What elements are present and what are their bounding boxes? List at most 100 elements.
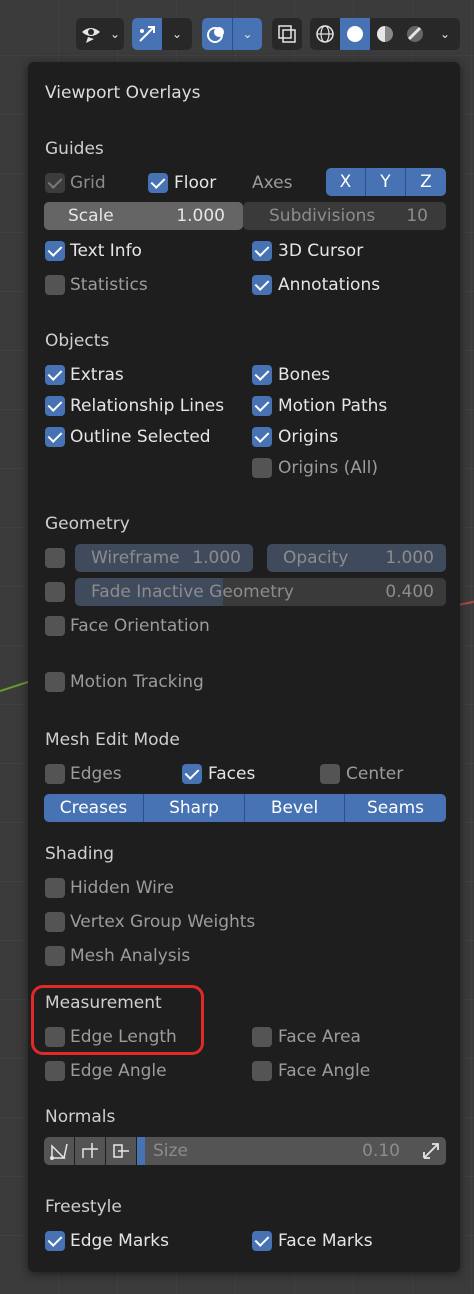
gizmo-dropdown[interactable]: ⌄ [132, 18, 192, 50]
edges-checkbox[interactable] [45, 764, 65, 784]
chevron-down-icon: ⌄ [232, 18, 262, 50]
face-normals-icon[interactable] [106, 1137, 136, 1165]
center-checkbox[interactable] [320, 764, 340, 784]
creases-button[interactable]: Creases [44, 794, 144, 822]
extras-checkbox[interactable] [45, 365, 65, 385]
scale-field[interactable]: Scale 1.000 [44, 202, 243, 230]
origins-all-label: Origins (All) [278, 458, 378, 478]
fade-inactive-checkbox[interactable] [45, 582, 65, 602]
chevron-down-icon: ⌄ [109, 27, 121, 41]
visibility-dropdown[interactable]: ⌄ [76, 18, 124, 50]
subdivisions-field[interactable]: Subdivisions 10 [243, 202, 446, 230]
grid-checkbox[interactable] [45, 173, 65, 193]
freestyle-heading: Freestyle [45, 1197, 122, 1217]
relationship-lines-label: Relationship Lines [70, 396, 225, 416]
scale-label: Scale [68, 206, 114, 226]
wireframe-label: Wireframe [91, 548, 180, 568]
mesh-analysis-checkbox[interactable] [45, 946, 65, 966]
motion-tracking-checkbox[interactable] [45, 672, 65, 692]
chevron-down-icon[interactable]: ⌄ [430, 18, 460, 50]
hidden-wire-label: Hidden Wire [70, 878, 174, 898]
floor-checkbox[interactable] [148, 173, 168, 193]
opacity-value: 1.000 [385, 548, 434, 568]
edge-angle-checkbox[interactable] [45, 1061, 65, 1081]
statistics-checkbox[interactable] [45, 275, 65, 295]
bones-checkbox[interactable] [252, 365, 272, 385]
annotations-label: Annotations [278, 275, 381, 295]
relationship-lines-checkbox[interactable] [45, 396, 65, 416]
hidden-wire-checkbox[interactable] [45, 878, 65, 898]
vertex-group-weights-label: Vertex Group Weights [70, 912, 256, 932]
objects-heading: Objects [45, 331, 110, 351]
normals-size-field[interactable]: Size 0.10 [137, 1137, 418, 1165]
axis-y-toggle[interactable]: Y [366, 168, 406, 196]
normals-size-value: 0.10 [362, 1141, 400, 1161]
chevron-down-icon: ⌄ [171, 27, 183, 41]
wireframe-shading-icon[interactable] [310, 18, 340, 50]
edge-marks-checkbox[interactable] [45, 1231, 65, 1251]
fade-inactive-value: 0.400 [385, 582, 434, 602]
split-normals-icon[interactable] [75, 1137, 105, 1165]
subdivisions-label: Subdivisions [269, 206, 376, 226]
annotations-checkbox[interactable] [252, 275, 272, 295]
motion-tracking-label: Motion Tracking [70, 672, 204, 692]
faces-checkbox[interactable] [182, 764, 202, 784]
origins-all-checkbox[interactable] [252, 458, 272, 478]
panel-title: Viewport Overlays [45, 83, 201, 103]
3d-cursor-checkbox[interactable] [252, 241, 272, 261]
guides-heading: Guides [45, 139, 104, 159]
axis-x-toggle[interactable]: X [326, 168, 366, 196]
wireframe-checkbox[interactable] [45, 548, 65, 568]
viewport-header-toolbar: ⌄ ⌄ ⌄ ⌄ [0, 0, 474, 66]
wireframe-field[interactable]: Wireframe 1.000 [75, 544, 253, 572]
sharp-button[interactable]: Sharp [144, 794, 245, 822]
extras-label: Extras [70, 365, 124, 385]
edge-marks-label: Edge Marks [70, 1231, 169, 1251]
origins-checkbox[interactable] [252, 427, 272, 447]
text-info-checkbox[interactable] [45, 241, 65, 261]
bevel-button[interactable]: Bevel [245, 794, 345, 822]
vertex-normals-icon[interactable] [44, 1137, 74, 1165]
gizmo-icon [132, 18, 162, 50]
vertex-group-weights-checkbox[interactable] [45, 912, 65, 932]
face-marks-checkbox[interactable] [252, 1231, 272, 1251]
shading-heading: Shading [45, 844, 115, 864]
seams-button[interactable]: Seams [345, 794, 446, 822]
bones-label: Bones [278, 365, 331, 385]
material-shading-icon[interactable] [370, 18, 400, 50]
axis-z-toggle[interactable]: Z [406, 168, 446, 196]
opacity-field[interactable]: Opacity 1.000 [267, 544, 446, 572]
face-angle-label: Face Angle [278, 1061, 371, 1081]
face-area-label: Face Area [278, 1027, 361, 1047]
solid-shading-icon[interactable] [340, 18, 370, 50]
faces-label: Faces [208, 764, 256, 784]
face-marks-label: Face Marks [278, 1231, 373, 1251]
constant-screen-size-icon[interactable] [416, 1137, 446, 1165]
face-orientation-checkbox[interactable] [45, 616, 65, 636]
normals-heading: Normals [45, 1107, 116, 1127]
face-angle-checkbox[interactable] [252, 1061, 272, 1081]
xray-toggle[interactable] [272, 18, 302, 50]
face-area-checkbox[interactable] [252, 1027, 272, 1047]
fade-inactive-geometry-field[interactable]: Fade Inactive Geometry 0.400 [75, 578, 446, 606]
overlays-dropdown[interactable]: ⌄ [202, 18, 262, 50]
outline-selected-checkbox[interactable] [45, 427, 65, 447]
edge-angle-label: Edge Angle [70, 1061, 167, 1081]
fade-inactive-label: Fade Inactive Geometry [91, 582, 294, 602]
mesh-analysis-label: Mesh Analysis [70, 946, 191, 966]
mesh-edit-buttons: Creases Sharp Bevel Seams [44, 794, 446, 822]
geometry-heading: Geometry [45, 514, 130, 534]
motion-paths-label: Motion Paths [278, 396, 388, 416]
text-info-label: Text Info [70, 241, 142, 261]
grid-label: Grid [70, 173, 106, 193]
motion-paths-checkbox[interactable] [252, 396, 272, 416]
axes-label: Axes [252, 173, 293, 193]
measurement-highlight-annotation [31, 985, 204, 1055]
floor-label: Floor [174, 173, 217, 193]
eye-visibility-icon [76, 18, 106, 50]
origins-label: Origins [278, 427, 339, 447]
center-label: Center [346, 764, 404, 784]
rendered-shading-icon[interactable] [400, 18, 430, 50]
wireframe-value: 1.000 [192, 548, 241, 568]
3d-cursor-label: 3D Cursor [278, 241, 364, 261]
